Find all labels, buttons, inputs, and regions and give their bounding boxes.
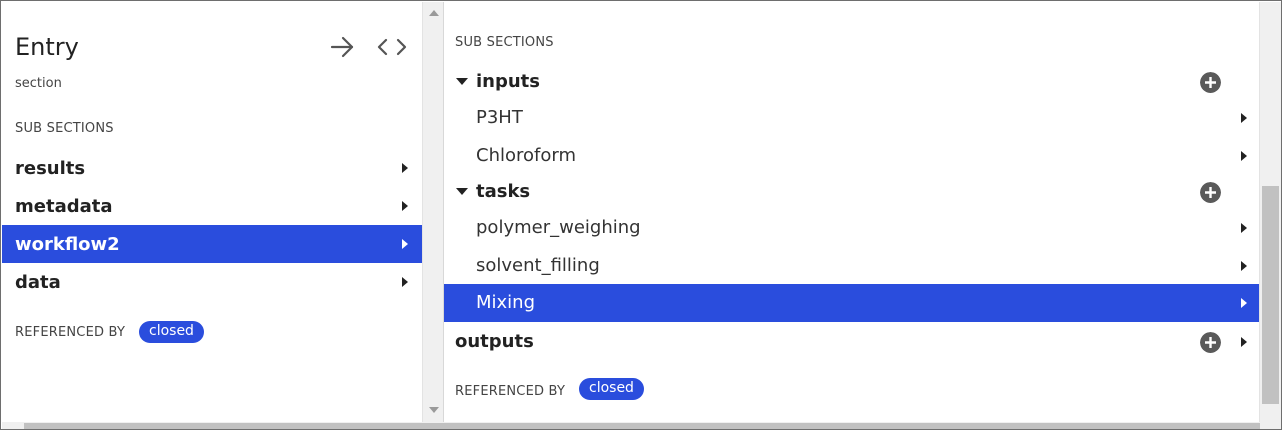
nav-item-label: data [15,271,61,293]
right-panel: SUB SECTIONS inputs P3HT Chloroform task… [444,2,1259,422]
nav-item-label: results [15,157,86,179]
horizontal-scrollbar[interactable] [2,422,1281,429]
list-item-mixing[interactable]: Mixing [444,284,1259,322]
panel-subtitle: section [15,76,62,91]
chevron-right-icon [402,201,408,211]
plus-circle-icon[interactable] [1200,332,1221,353]
list-item-chloroform[interactable]: Chloroform [444,137,1259,175]
list-item-p3ht[interactable]: P3HT [444,99,1259,137]
right-panel-scrollbar[interactable] [1259,2,1281,422]
list-item-label: P3HT [476,107,523,128]
panel-title: Entry [15,33,79,61]
code-icon[interactable] [376,35,408,59]
group-label: tasks [476,181,531,202]
chevron-right-icon [402,239,408,249]
group-inputs[interactable]: inputs [444,64,1259,100]
chevron-right-icon [402,277,408,287]
referenced-by-label: REFERENCED BY [15,325,126,340]
list-item-label: solvent_filling [476,255,600,276]
nav-item-metadata[interactable]: metadata [2,187,422,225]
list-item-solvent-filling[interactable]: solvent_filling [444,247,1259,285]
left-panel-scrollbar[interactable] [422,2,444,422]
list-item-label: Mixing [476,292,536,313]
nav-item-label: workflow2 [15,233,120,255]
scrollbar-thumb[interactable] [24,423,1260,429]
list-item-label: Chloroform [476,145,576,166]
subsections-label: SUB SECTIONS [455,35,554,50]
group-label: outputs [455,331,534,352]
chevron-right-icon [1241,261,1247,271]
subsections-label: SUB SECTIONS [15,121,114,136]
referenced-by-badge[interactable]: closed [579,378,644,400]
left-panel: Entry section SUB SECTIONS results metad… [2,2,422,422]
scroll-up-arrow-icon[interactable] [429,10,439,16]
group-tasks[interactable]: tasks [444,174,1259,210]
chevron-right-icon [1241,113,1247,123]
nav-item-data[interactable]: data [2,263,422,301]
nav-item-results[interactable]: results [2,149,422,187]
plus-circle-icon[interactable] [1200,72,1221,93]
chevron-right-icon [1241,223,1247,233]
referenced-by-label: REFERENCED BY [455,384,566,399]
scroll-down-arrow-icon[interactable] [429,407,439,413]
group-label: inputs [476,71,541,92]
chevron-right-icon [1241,151,1247,161]
caret-down-icon[interactable] [456,188,468,195]
list-item-label: polymer_weighing [476,217,641,238]
caret-down-icon[interactable] [456,78,468,85]
chevron-right-icon [402,163,408,173]
arrow-right-icon[interactable] [328,35,356,59]
list-item-polymer-weighing[interactable]: polymer_weighing [444,209,1259,247]
chevron-right-icon [1241,337,1247,347]
scrollbar-thumb[interactable] [1262,186,1279,404]
nav-item-workflow2[interactable]: workflow2 [2,225,422,263]
group-outputs[interactable]: outputs [444,324,1259,360]
chevron-right-icon [1241,298,1247,308]
plus-circle-icon[interactable] [1200,182,1221,203]
referenced-by-badge[interactable]: closed [139,321,204,343]
nav-item-label: metadata [15,195,113,217]
app-frame: Entry section SUB SECTIONS results metad… [0,0,1282,430]
